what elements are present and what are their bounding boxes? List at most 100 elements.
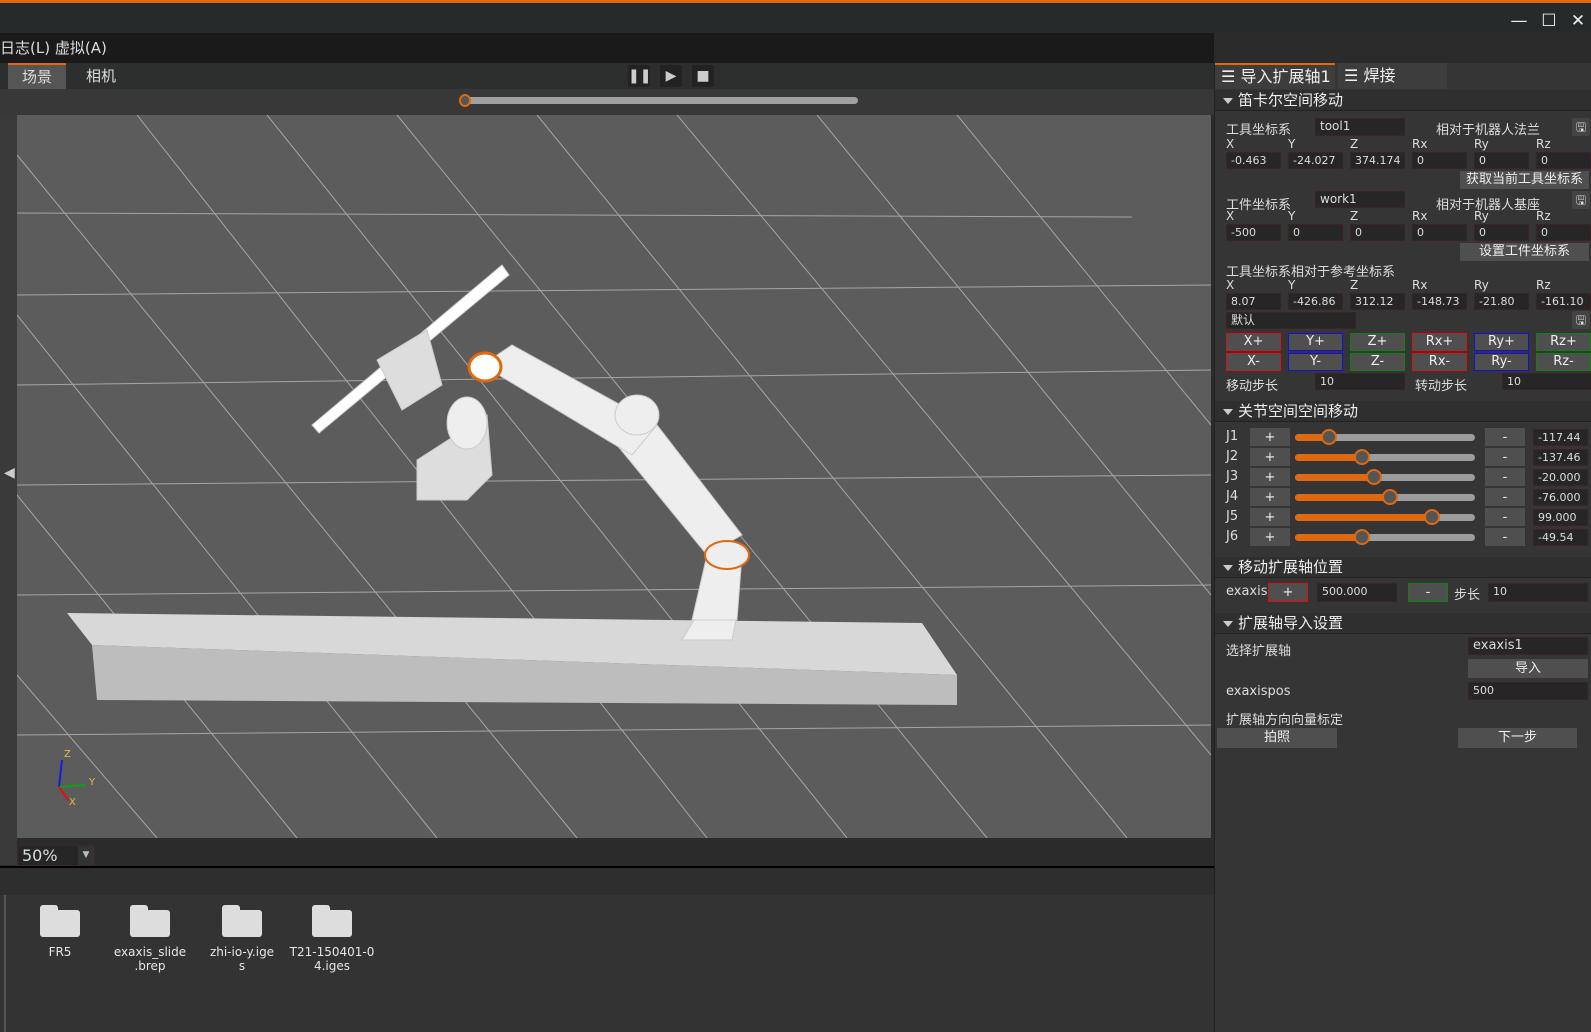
timeline-handle[interactable] xyxy=(459,94,471,107)
tool-value-0[interactable]: -0.463 xyxy=(1226,152,1281,169)
pause-icon[interactable]: ❚❚ xyxy=(628,65,651,87)
joint-minus-button[interactable]: - xyxy=(1485,488,1525,506)
work-value-0[interactable]: -500 xyxy=(1226,224,1281,241)
exaxis-step-input[interactable]: 10 xyxy=(1488,583,1588,602)
joint-slider[interactable] xyxy=(1295,529,1475,545)
section-cartesian[interactable]: 笛卡尔空间移动 xyxy=(1215,90,1591,111)
jog-plus-button[interactable]: Rx+ xyxy=(1412,333,1467,351)
joint-plus-button[interactable]: + xyxy=(1250,428,1290,446)
slider-handle[interactable] xyxy=(1353,529,1370,545)
slider-handle[interactable] xyxy=(1321,429,1338,445)
section-exaxis-move[interactable]: 移动扩展轴位置 xyxy=(1215,557,1591,578)
joint-slider[interactable] xyxy=(1295,509,1475,525)
save-icon[interactable]: 🖫 xyxy=(1572,191,1590,209)
chevron-down-icon[interactable]: ▼ xyxy=(78,846,94,865)
ref-value-3[interactable]: -148.73 xyxy=(1412,293,1467,310)
joint-slider[interactable] xyxy=(1295,469,1475,485)
file-scrollbar[interactable] xyxy=(4,895,6,1032)
ref-frame-select[interactable]: 默认 xyxy=(1226,312,1356,329)
joint-minus-button[interactable]: - xyxy=(1485,528,1525,546)
ref-value-0[interactable]: 8.07 xyxy=(1226,293,1281,310)
jog-minus-button[interactable]: Y- xyxy=(1288,353,1343,371)
slider-handle[interactable] xyxy=(1366,469,1383,485)
tab-import-exaxis[interactable]: ☰ 导入扩展轴1 xyxy=(1215,63,1335,89)
joint-value[interactable]: -49.54 xyxy=(1533,529,1588,546)
joint-minus-button[interactable]: - xyxy=(1485,448,1525,466)
joint-value[interactable]: -137.46 xyxy=(1533,449,1588,466)
slider-handle[interactable] xyxy=(1423,509,1440,525)
ref-value-5[interactable]: -161.10 xyxy=(1536,293,1591,310)
jog-plus-button[interactable]: Ry+ xyxy=(1474,333,1529,351)
joint-slider[interactable] xyxy=(1295,489,1475,505)
minimize-icon[interactable]: — xyxy=(1509,11,1529,31)
joint-value[interactable]: 99.000 xyxy=(1533,509,1588,526)
timeline-slider[interactable] xyxy=(465,97,858,104)
section-exaxis-import[interactable]: 扩展轴导入设置 xyxy=(1215,613,1591,634)
joint-minus-button[interactable]: - xyxy=(1485,508,1525,526)
joint-value[interactable]: -76.000 xyxy=(1533,489,1588,506)
maximize-icon[interactable]: ☐ xyxy=(1539,11,1559,31)
tool-value-3[interactable]: 0 xyxy=(1412,152,1467,169)
joint-minus-button[interactable]: - xyxy=(1485,468,1525,486)
move-step-input[interactable]: 10 xyxy=(1315,373,1405,390)
joint-plus-button[interactable]: + xyxy=(1250,488,1290,506)
joint-value[interactable]: -20.000 xyxy=(1533,469,1588,486)
joint-minus-button[interactable]: - xyxy=(1485,428,1525,446)
save-icon[interactable]: 🖫 xyxy=(1572,311,1590,329)
jog-plus-button[interactable]: Rz+ xyxy=(1536,333,1591,351)
tab-camera[interactable]: 相机 xyxy=(72,63,130,89)
save-icon[interactable]: 🖫 xyxy=(1572,118,1590,136)
photo-button[interactable]: 拍照 xyxy=(1217,728,1337,748)
ref-value-2[interactable]: 312.12 xyxy=(1350,293,1405,310)
rotate-step-input[interactable]: 10 xyxy=(1502,373,1591,390)
jog-plus-button[interactable]: Z+ xyxy=(1350,333,1405,351)
tool-frame-input[interactable]: tool1 xyxy=(1315,118,1405,136)
work-value-5[interactable]: 0 xyxy=(1536,224,1591,241)
next-step-button[interactable]: 下一步 xyxy=(1458,728,1577,748)
set-work-frame-button[interactable]: 设置工件坐标系 xyxy=(1460,243,1589,261)
tab-scene[interactable]: 场景 xyxy=(8,63,67,89)
joint-slider[interactable] xyxy=(1295,429,1475,445)
stop-icon[interactable]: ■ xyxy=(692,65,714,87)
collapse-arrow-icon[interactable]: ◀ xyxy=(4,465,15,481)
3d-viewport[interactable]: Z Y X xyxy=(17,115,1211,838)
exaxis-plus-button[interactable]: + xyxy=(1268,583,1308,602)
get-tool-frame-button[interactable]: 获取当前工具坐标系 xyxy=(1460,171,1589,189)
file-item[interactable]: zhi-io-y.ige s xyxy=(197,905,287,973)
ref-value-1[interactable]: -426.86 xyxy=(1288,293,1343,310)
exaxis-select[interactable]: exaxis1 xyxy=(1468,637,1588,655)
tool-value-2[interactable]: 374.174 xyxy=(1350,152,1405,169)
close-icon[interactable]: ✕ xyxy=(1568,11,1588,31)
joint-value[interactable]: -117.44 xyxy=(1533,429,1588,446)
play-icon[interactable]: ▶ xyxy=(660,65,682,87)
jog-minus-button[interactable]: X- xyxy=(1226,353,1281,371)
jog-minus-button[interactable]: Ry- xyxy=(1474,353,1529,371)
section-joint[interactable]: 关节空间空间移动 xyxy=(1215,401,1591,422)
exaxis-position-input[interactable]: 500.000 xyxy=(1317,583,1397,602)
import-button[interactable]: 导入 xyxy=(1468,659,1588,678)
tool-value-1[interactable]: -24.027 xyxy=(1288,152,1343,169)
joint-slider[interactable] xyxy=(1295,449,1475,465)
joint-plus-button[interactable]: + xyxy=(1250,468,1290,486)
zoom-select[interactable]: 50% ▼ xyxy=(17,845,95,866)
work-value-2[interactable]: 0 xyxy=(1350,224,1405,241)
jog-plus-button[interactable]: Y+ xyxy=(1288,333,1343,351)
work-frame-input[interactable]: work1 xyxy=(1315,191,1405,208)
tool-value-4[interactable]: 0 xyxy=(1474,152,1529,169)
slider-handle[interactable] xyxy=(1382,489,1399,505)
joint-plus-button[interactable]: + xyxy=(1250,528,1290,546)
ref-value-4[interactable]: -21.80 xyxy=(1474,293,1529,310)
joint-plus-button[interactable]: + xyxy=(1250,508,1290,526)
tab-welding[interactable]: ☰ 焊接 xyxy=(1338,63,1447,89)
jog-plus-button[interactable]: X+ xyxy=(1226,333,1281,351)
jog-minus-button[interactable]: Rx- xyxy=(1412,353,1467,371)
exaxispos-input[interactable]: 500 xyxy=(1468,682,1588,700)
work-value-3[interactable]: 0 xyxy=(1412,224,1467,241)
work-value-1[interactable]: 0 xyxy=(1288,224,1343,241)
menu-log[interactable]: 日志(L) xyxy=(0,39,50,57)
file-item[interactable]: FR5 xyxy=(15,905,105,959)
jog-minus-button[interactable]: Z- xyxy=(1350,353,1405,371)
slider-handle[interactable] xyxy=(1353,449,1370,465)
work-value-4[interactable]: 0 xyxy=(1474,224,1529,241)
file-item[interactable]: T21-150401-0 4.iges xyxy=(287,905,377,973)
